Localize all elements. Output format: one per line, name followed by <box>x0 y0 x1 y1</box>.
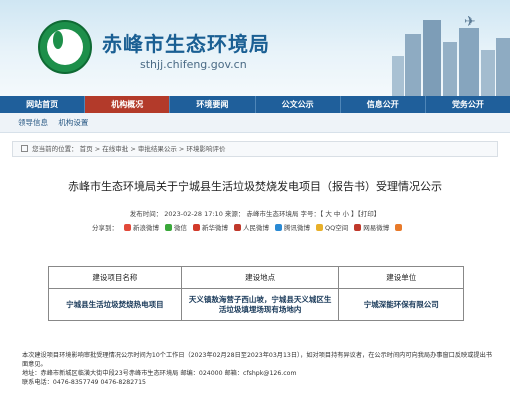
subnav-item-structure[interactable]: 机构设置 <box>58 118 88 127</box>
nav-item-documents[interactable]: 公文公示 <box>256 96 340 113</box>
skyline-building <box>392 56 404 96</box>
emblem-text: ZHB <box>59 58 71 64</box>
breadcrumb-link-approval-results[interactable]: 审批结果公示 <box>138 145 177 153</box>
share-target-label: 腾讯微博 <box>284 224 310 232</box>
project-table: 建设项目名称 建设地点 建设单位 宁城县生活垃圾焚烧热电项目 天义镇敖海营子西山… <box>48 266 464 321</box>
column-header-location: 建设地点 <box>180 266 340 289</box>
netease-weibo-icon <box>354 223 362 231</box>
skyline-building <box>405 34 421 96</box>
tencent-weibo-icon <box>275 223 282 231</box>
notice-line-phone: 联系电话：0476-8357749 0476-8282715 <box>22 379 146 386</box>
table-row: 宁城县生活垃圾焚烧热电项目 天义镇敖海营子西山坡，宁城县天义城区生活垃圾填埋场现… <box>48 288 464 321</box>
site-url: sthjj.chifeng.gov.cn <box>140 58 247 71</box>
share-target-label: 网易微博 <box>363 224 390 232</box>
cell-project-name: 宁城县生活垃圾焚烧热电项目 <box>48 288 182 321</box>
main-nav: 网站首页 机构概况 环境要闻 公文公示 信息公开 党务公开 <box>0 96 510 113</box>
sub-nav: 领导信息 机构设置 <box>0 113 510 133</box>
nav-item-news[interactable]: 环境要闻 <box>170 96 254 113</box>
people-weibo-icon <box>234 223 241 231</box>
sina-weibo-icon <box>124 223 131 231</box>
breadcrumb-link-eia[interactable]: 环境影响评价 <box>186 145 225 153</box>
table-header-row: 建设项目名称 建设地点 建设单位 <box>48 266 464 289</box>
skyline-building <box>459 28 479 96</box>
share-target-label: 人民微博 <box>243 224 269 232</box>
site-header: ZHB 赤峰市生态环境局 sthjj.chifeng.gov.cn ✈ <box>0 0 510 96</box>
share-more[interactable] <box>395 223 404 231</box>
skyline-building <box>443 42 457 96</box>
share-tencent-weibo[interactable]: 腾讯微博 <box>275 222 310 232</box>
cell-builder: 宁城深能环保有限公司 <box>338 288 464 321</box>
share-people-weibo[interactable]: 人民微博 <box>234 222 269 232</box>
skyline-building <box>423 20 441 96</box>
nav-item-organization[interactable]: 机构概况 <box>85 96 170 113</box>
nav-item-home[interactable]: 网站首页 <box>0 96 84 113</box>
leaf-icon <box>53 31 63 49</box>
subnav-item-leadership[interactable]: 领导信息 <box>18 118 48 127</box>
breadcrumb-link-online-approval[interactable]: 在线审批 <box>102 145 128 153</box>
more-share-icon <box>395 223 403 231</box>
share-target-label: 新华微博 <box>202 224 228 232</box>
nav-item-info-disclosure[interactable]: 信息公开 <box>341 96 425 113</box>
wechat-icon <box>165 223 172 231</box>
share-netease-weibo[interactable]: 网易微博 <box>354 222 389 232</box>
article-title: 赤峰市生态环境局关于宁城县生活垃圾焚烧发电项目（报告书）受理情况公示 <box>68 180 442 193</box>
article-meta: 发布时间： 2023-02-28 17:10 来源： 赤峰市生态环境局 字号：【… <box>129 210 381 218</box>
notice-line-period: 本次建设项目环境影响审批受理情况公示时间为10个工作日（2023年02月28日至… <box>22 352 492 368</box>
environment-emblem-logo[interactable]: ZHB <box>38 20 92 74</box>
breadcrumb: 您当前的位置： 首页 > 在线审批 > 审批结果公示 > 环境影响评价 <box>12 141 498 157</box>
share-bar: 分享到： 新浪微博 微信 新华微博 人民微博 腾讯微博 QQ空间 网易微博 <box>92 222 404 232</box>
share-xinhua-weibo[interactable]: 新华微博 <box>193 222 228 232</box>
notice-text: 本次建设项目环境影响审批受理情况公示时间为10个工作日（2023年02月28日至… <box>22 351 492 387</box>
share-qzone[interactable]: QQ空间 <box>316 222 348 232</box>
cell-location: 天义镇敖海营子西山坡，宁城县天义城区生活垃圾填埋场现有场地内 <box>180 288 340 321</box>
share-target-label: 微信 <box>174 224 187 232</box>
breadcrumb-separator: > <box>92 145 103 153</box>
share-label: 分享到： <box>92 224 118 232</box>
home-icon <box>21 145 28 152</box>
skyline-building <box>481 50 495 96</box>
breadcrumb-prefix: 您当前的位置： <box>32 145 78 153</box>
site-title[interactable]: 赤峰市生态环境局 <box>102 28 270 57</box>
breadcrumb-separator: > <box>128 145 138 153</box>
column-header-project-name: 建设项目名称 <box>48 266 182 289</box>
breadcrumb-separator: > <box>176 145 187 153</box>
share-target-label: QQ空间 <box>325 224 349 232</box>
share-target-label: 新浪微博 <box>133 224 159 232</box>
xinhua-weibo-icon <box>193 223 200 231</box>
share-sina-weibo[interactable]: 新浪微博 <box>124 222 159 232</box>
breadcrumb-link-home[interactable]: 首页 <box>80 145 93 153</box>
share-wechat[interactable]: 微信 <box>165 222 187 232</box>
qzone-icon <box>316 223 323 231</box>
skyline-building <box>496 38 510 96</box>
notice-line-address: 地址：赤峰市新城区临潢大街中段23号赤峰市生态环境局 邮编：024000 邮箱：… <box>22 370 297 377</box>
column-header-builder: 建设单位 <box>338 266 464 289</box>
nav-item-party-affairs[interactable]: 党务公开 <box>426 96 510 113</box>
